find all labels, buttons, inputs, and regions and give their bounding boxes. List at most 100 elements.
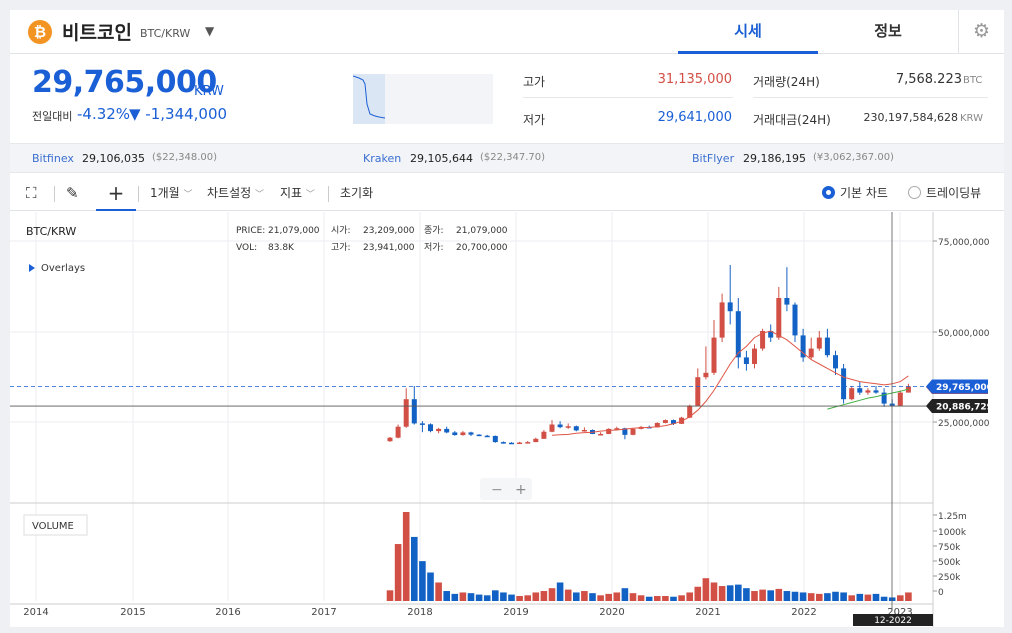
price-chart[interactable]: BTC/KRW Overlays PRICE: 21,079,000 VOL: …: [10, 212, 1004, 627]
zoom-in-button[interactable]: +: [515, 482, 527, 498]
candle-body: [460, 432, 466, 436]
info-price: 21,079,000: [268, 226, 320, 236]
chart-grid: [10, 212, 934, 627]
gear-icon[interactable]: ⚙: [958, 10, 1004, 54]
volume-bar: [726, 585, 734, 601]
candle-body: [695, 377, 701, 406]
volume-bar: [645, 596, 653, 601]
candle-body: [436, 428, 442, 432]
candle-body: [808, 348, 814, 358]
info-vol-label: VOL:: [236, 243, 257, 253]
chevron-down-icon[interactable]: ▼: [205, 24, 214, 38]
candle-body: [476, 434, 482, 437]
candle-body: [857, 388, 863, 393]
chevron-down-icon: ﹀: [183, 190, 193, 200]
tab-price[interactable]: 시세: [678, 10, 818, 54]
chart-settings-menu[interactable]: 차트설정 ﹀: [207, 177, 264, 211]
volume-bar: [783, 591, 791, 601]
coin-pair: BTC/KRW: [140, 27, 191, 40]
period-select[interactable]: 1개월 ﹀: [150, 177, 193, 211]
pencil-icon[interactable]: ✎: [66, 177, 79, 211]
candle-body: [752, 348, 757, 364]
volume-bar: [402, 512, 410, 601]
candle-body: [541, 431, 547, 439]
year-label: 2022: [791, 607, 816, 618]
candle-body: [606, 428, 612, 434]
volume-bar: [508, 594, 515, 601]
candle-body: [784, 298, 790, 305]
volume-bar: [654, 596, 661, 601]
low-label: 저가: [523, 113, 546, 127]
candle-body: [727, 302, 733, 312]
volume-bar: [832, 591, 839, 601]
caret-right-icon[interactable]: [29, 264, 35, 272]
volume-bar: [516, 596, 523, 601]
volume-bar: [451, 593, 459, 601]
candle-body: [557, 424, 563, 428]
basic-chart-radio[interactable]: 기본 차트: [822, 177, 888, 211]
year-label: 2021: [695, 607, 720, 618]
reset-button[interactable]: 초기화: [340, 177, 373, 211]
year-label: 2019: [503, 607, 528, 618]
volume-bar: [435, 582, 442, 601]
fullscreen-icon[interactable]: ⛶: [26, 177, 37, 211]
ohlc-info: PRICE: 21,079,000 VOL: 83.8K 시가: 23,209,…: [236, 225, 508, 253]
chevron-down-icon: ﹀: [305, 190, 315, 200]
volume-bar: [864, 594, 872, 601]
crosshair-icon[interactable]: +: [96, 177, 136, 211]
candle-body: [703, 372, 709, 378]
volume-bar: [710, 582, 718, 601]
volume-bar: [573, 592, 580, 601]
candle-body: [573, 426, 579, 431]
volume-bar: [605, 593, 612, 601]
candle-body: [492, 435, 498, 443]
crosshair-date-badge: 12-2022: [874, 616, 912, 626]
period-label: 1개월: [150, 186, 180, 200]
change-amount: ▼ -1,344,000: [129, 105, 228, 123]
volume-label: 거래량(24H): [753, 75, 820, 89]
volume-tick-label: 1.25m: [938, 512, 967, 522]
info-close: 21,079,000: [456, 226, 508, 236]
volume-bar: [500, 592, 507, 601]
candle-body: [565, 426, 571, 428]
volume-label: VOLUME: [32, 521, 74, 532]
tab-info[interactable]: 정보: [818, 10, 958, 54]
volume-bar: [880, 596, 888, 601]
candle-body: [776, 298, 782, 338]
change-label: 전일대비: [32, 110, 73, 123]
candle-body: [816, 337, 822, 349]
candle-body: [411, 399, 417, 424]
candle-body: [581, 430, 587, 432]
volume-bar: [419, 561, 426, 601]
exchange-price: 29,186,195: [743, 152, 806, 165]
divider: [54, 186, 55, 202]
volume-bar: [824, 593, 831, 601]
volume-bar: [467, 593, 475, 601]
candle-body: [630, 428, 636, 435]
info-low-label: 저가:: [424, 242, 444, 253]
chart-symbol: BTC/KRW: [26, 225, 76, 238]
volume-bar: [816, 593, 823, 601]
chart-toolbar: ⛶ ✎ + 1개월 ﹀ 차트설정 ﹀ 지표 ﹀ 초기화 기본 차트 트레이딩뷰: [10, 177, 1004, 211]
coin-name: 비트코인: [62, 22, 132, 44]
volume-bar: [694, 586, 702, 601]
basic-chart-label: 기본 차트: [840, 186, 888, 200]
price-unit: KRW: [194, 84, 224, 99]
exchange-fx: ($22,347.70): [480, 152, 546, 163]
chart-canvas[interactable]: BTC/KRW Overlays PRICE: 21,079,000 VOL: …: [10, 212, 1004, 627]
volume-bar: [548, 588, 556, 601]
volume-bar: [483, 595, 491, 601]
ma-fast-line: [551, 330, 909, 436]
volume-bar: [589, 593, 596, 601]
volume-tick-label: 250k: [938, 573, 961, 583]
amount-value: 230,197,584,628: [863, 111, 958, 124]
tradingview-radio[interactable]: 트레이딩뷰: [908, 177, 981, 211]
info-open-label: 시가:: [331, 225, 351, 236]
candle-body: [395, 426, 401, 438]
overlays-toggle[interactable]: Overlays: [41, 263, 85, 274]
info-low: 20,700,000: [456, 243, 508, 253]
zoom-out-button[interactable]: −: [491, 482, 503, 498]
volume-bar: [621, 588, 629, 601]
volume-bar: [662, 596, 669, 601]
indicators-menu[interactable]: 지표 ﹀: [280, 177, 315, 211]
